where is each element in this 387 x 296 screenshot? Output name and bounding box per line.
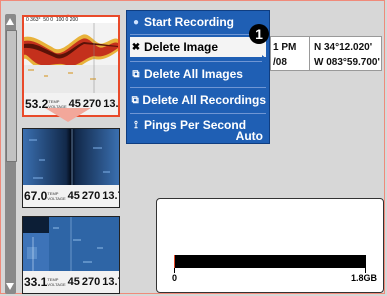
record-dot-icon: ● [132, 16, 140, 28]
thumbnail-3[interactable]: 33.1 TEMP VOLTAGE 45 270 13.7 [22, 216, 120, 294]
image-info-box: 1 PM /08 N 34°12.020' W 083°59.700' [270, 36, 382, 71]
thumbnail-2-readouts: 67.0 TEMP VOLTAGE 45 270 13.7 [23, 185, 119, 207]
depth-readout: 67.0 [24, 189, 48, 203]
callout-number-badge: 1 [249, 24, 269, 44]
sonar-image-1 [24, 17, 118, 95]
thumbnail-scrollbar[interactable] [5, 14, 17, 294]
readout-3: 13.7 [102, 190, 119, 202]
latitude-text: N 34°12.020' [314, 42, 373, 53]
scroll-thumb[interactable] [6, 30, 17, 162]
thumbnail-1[interactable]: 0 363° 50 0 100 0 200 53.2 TEMP VOLTAGE … [22, 15, 120, 117]
delete-all-images-icon: ⧉ [132, 68, 140, 80]
menu-separator [130, 61, 266, 62]
menu-item-label: Delete All Images [144, 67, 243, 81]
storage-usage-panel: 0 1.8GB [156, 198, 384, 293]
scroll-up-arrow-icon[interactable] [6, 18, 14, 25]
menu-separator [130, 87, 266, 88]
menu-item-delete-all-images[interactable]: ⧉ Delete All Images [130, 64, 266, 84]
delete-all-recordings-icon: ⧉ [131, 94, 139, 106]
thumbnail-2[interactable]: 67.0 TEMP VOLTAGE 45 270 13.7 [22, 128, 120, 208]
time-text: 1 PM [273, 42, 297, 53]
menu-item-label: Delete All Recordings [142, 93, 266, 107]
scroll-down-arrow-icon[interactable] [6, 283, 14, 290]
x-press-menu: ● Start Recording ✖ Delete Image ⧉ Delet… [126, 10, 270, 144]
date-text: /08 [273, 57, 287, 68]
menu-separator [130, 34, 266, 35]
menu-item-start-recording[interactable]: ● Start Recording [130, 12, 266, 32]
delete-x-icon: ✖ [131, 41, 141, 53]
select-next-arrow-icon[interactable] [45, 108, 91, 122]
thumbnail-3-readouts: 33.1 TEMP VOLTAGE 45 270 13.7 [23, 271, 119, 293]
storage-used-fill [174, 255, 175, 268]
submenu-arrow-icon [262, 55, 268, 65]
depth-readout: 33.1 [24, 275, 48, 289]
menu-item-label: Start Recording [144, 15, 235, 29]
menu-item-delete-all-recordings[interactable]: ⧉ Delete All Recordings [130, 90, 266, 110]
menu-item-label: Delete Image [144, 40, 219, 54]
menu-item-delete-image[interactable]: ✖ Delete Image [130, 37, 266, 57]
storage-bar [174, 255, 366, 268]
readout-1: 45 [67, 190, 80, 202]
readout-3: 13.7 [103, 98, 119, 110]
mini-labels: TEMP VOLTAGE [47, 191, 66, 201]
readout-1: 45 [67, 276, 80, 288]
pings-per-second-value[interactable]: Auto [236, 129, 263, 143]
down-imaging-image-3 [23, 217, 119, 273]
side-imaging-image-2 [23, 129, 119, 189]
readout-3: 13.7 [102, 276, 119, 288]
readout-2: 270 [81, 190, 101, 202]
longitude-text: W 083°59.700' [314, 57, 380, 68]
storage-max-label: 1.8GB [350, 273, 377, 283]
mini-labels: TEMP VOLTAGE [47, 277, 66, 287]
sonar-scale-labels: 0 363° 50 0 100 0 200 [26, 17, 79, 23]
readout-2: 270 [81, 276, 101, 288]
pings-icon: ⟟ [134, 119, 138, 131]
storage-min-label: 0 [172, 273, 178, 283]
menu-item-label: Pings Per Second [144, 118, 247, 132]
menu-separator [130, 113, 266, 114]
info-divider [309, 37, 310, 70]
